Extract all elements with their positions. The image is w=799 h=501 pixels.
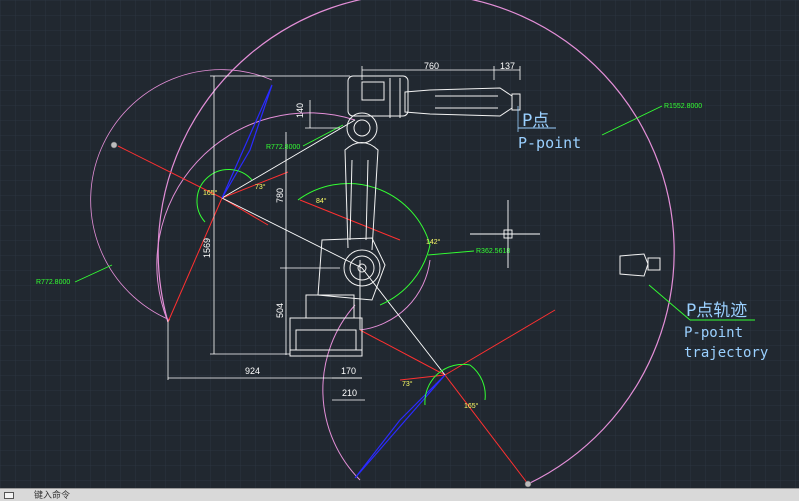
angle-165: 165° bbox=[203, 189, 218, 197]
grid-background bbox=[0, 0, 799, 500]
dim-1569: 1569 bbox=[202, 238, 212, 258]
angle-142: 142° bbox=[426, 238, 441, 246]
radius-label-top: R772.8000 bbox=[266, 144, 300, 151]
radius-label-left: R772.8000 bbox=[36, 279, 70, 286]
dim-924: 924 bbox=[245, 366, 260, 376]
command-bar[interactable]: 键入命令 bbox=[0, 488, 799, 501]
radius-label-inner: R362.5618 bbox=[476, 248, 510, 255]
command-menu-icon[interactable] bbox=[4, 492, 14, 499]
angle-165-bottom: 165° bbox=[464, 402, 479, 410]
command-input[interactable]: 键入命令 bbox=[34, 488, 70, 501]
angle-84: 84° bbox=[316, 197, 327, 205]
dim-210: 210 bbox=[342, 388, 357, 398]
angle-73-top: 73° bbox=[255, 183, 266, 191]
dim-504: 504 bbox=[275, 303, 285, 318]
trajectory-en-1: P-point bbox=[684, 325, 743, 341]
p-point-en: P-point bbox=[518, 134, 581, 152]
dim-140: 140 bbox=[295, 103, 305, 118]
p-point-cn: P点 bbox=[522, 111, 549, 131]
cad-drawing: 760 137 140 780 1569 504 924 170 210 R15… bbox=[0, 0, 799, 500]
angle-73-bottom: 73° bbox=[402, 380, 413, 388]
dim-760: 760 bbox=[424, 61, 439, 71]
trajectory-en-2: trajectory bbox=[684, 345, 768, 361]
dim-137: 137 bbox=[500, 61, 515, 71]
trajectory-cn: P点轨迹 bbox=[686, 301, 747, 321]
radius-label-outer: R1552.8000 bbox=[664, 103, 702, 110]
dim-170: 170 bbox=[341, 366, 356, 376]
dim-780: 780 bbox=[275, 188, 285, 203]
